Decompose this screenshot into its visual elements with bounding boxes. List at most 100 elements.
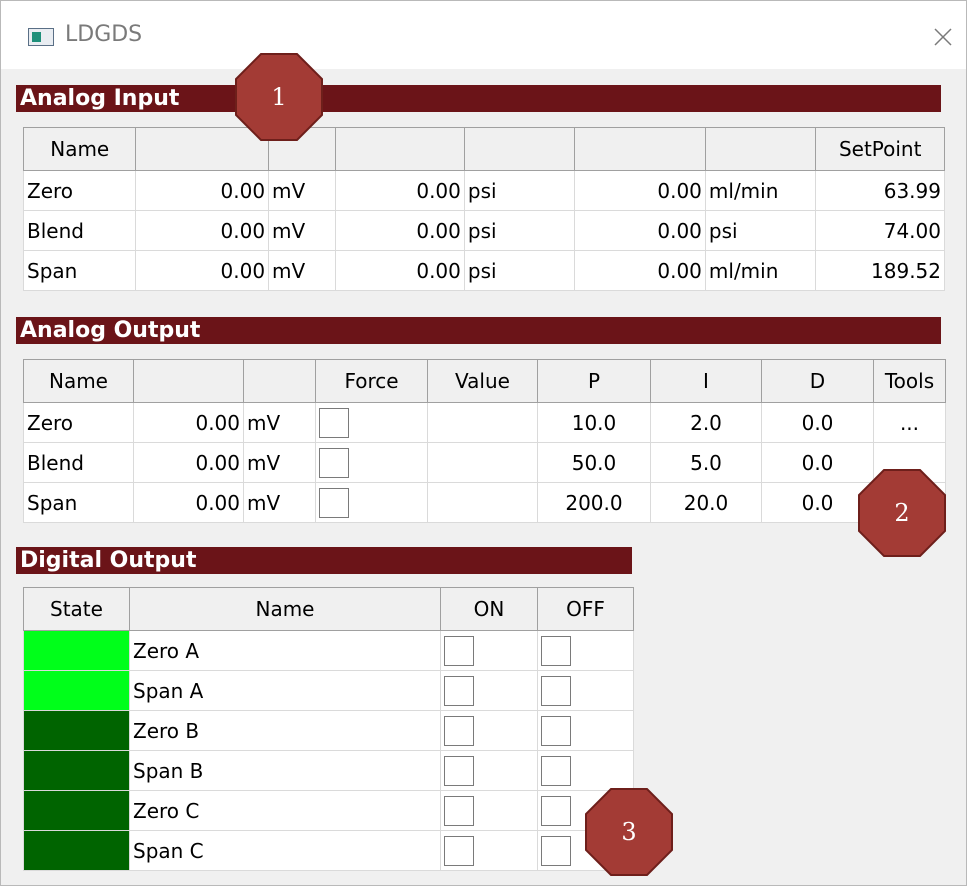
state-indicator xyxy=(23,630,130,671)
table-row[interactable]: Span C xyxy=(23,830,634,871)
column-header[interactable]: Value xyxy=(427,359,538,403)
setpoint-value[interactable]: 74.00 xyxy=(815,210,945,251)
digital-output-table: State Name ON OFF Zero A Span A Zero B S… xyxy=(23,587,634,871)
reading-value: 0.00 xyxy=(135,210,270,251)
reading-value: 0.00 xyxy=(335,210,465,251)
off-checkbox[interactable] xyxy=(541,635,571,666)
force-checkbox[interactable] xyxy=(319,447,349,478)
table-row[interactable]: Blend 0.00 mV 50.0 5.0 0.0 xyxy=(23,442,946,483)
output-unit: mV xyxy=(243,442,316,483)
column-header[interactable] xyxy=(133,359,244,403)
reading-value: 0.00 xyxy=(135,170,270,211)
on-cell xyxy=(440,710,538,751)
force-value-field[interactable] xyxy=(427,442,538,483)
column-header[interactable]: P xyxy=(537,359,651,403)
callout-number: 1 xyxy=(271,83,287,111)
off-checkbox[interactable] xyxy=(541,675,571,706)
column-header[interactable] xyxy=(243,359,316,403)
reading-unit: ml/min xyxy=(704,250,817,291)
d-gain-value[interactable]: 0.0 xyxy=(761,402,874,443)
off-cell xyxy=(537,750,634,791)
on-checkbox[interactable] xyxy=(444,755,474,786)
analog-output-header: Analog Output xyxy=(16,317,941,344)
app-window: LDGDS Analog Input Name SetPoint Zero 0.… xyxy=(0,0,967,886)
force-value-field[interactable] xyxy=(427,482,538,523)
reading-unit: mV xyxy=(268,170,337,211)
force-value-field[interactable] xyxy=(427,402,538,443)
table-row[interactable]: Zero C xyxy=(23,790,634,831)
column-header[interactable]: Name xyxy=(23,359,134,403)
reading-value: 0.00 xyxy=(135,250,270,291)
on-checkbox[interactable] xyxy=(444,635,474,666)
i-gain-value[interactable]: 5.0 xyxy=(650,442,762,483)
reading-unit: psi xyxy=(463,170,576,211)
off-checkbox[interactable] xyxy=(541,755,571,786)
column-header[interactable]: Name xyxy=(22,127,137,171)
table-row[interactable]: Blend 0.00 mV 0.00 psi 0.00 psi 74.00 xyxy=(22,210,945,251)
table-row[interactable]: Span B xyxy=(23,750,634,791)
column-header[interactable]: Force xyxy=(315,359,428,403)
p-gain-value[interactable]: 200.0 xyxy=(537,482,651,523)
reading-value: 0.00 xyxy=(335,250,465,291)
tools-button[interactable]: ... xyxy=(873,402,946,443)
callout-marker-2: 2 xyxy=(857,468,947,558)
state-indicator xyxy=(23,750,130,791)
p-gain-value[interactable]: 50.0 xyxy=(537,442,651,483)
on-cell xyxy=(440,790,538,831)
p-gain-value[interactable]: 10.0 xyxy=(537,402,651,443)
reading-unit: psi xyxy=(463,250,576,291)
column-header[interactable]: OFF xyxy=(537,587,634,631)
column-header[interactable] xyxy=(463,127,576,171)
row-name: Span B xyxy=(129,750,441,791)
on-checkbox[interactable] xyxy=(444,835,474,866)
output-unit: mV xyxy=(243,482,316,523)
off-checkbox[interactable] xyxy=(541,715,571,746)
state-indicator xyxy=(23,670,130,711)
column-header[interactable] xyxy=(574,127,706,171)
off-checkbox[interactable] xyxy=(541,835,571,866)
output-value: 0.00 xyxy=(133,442,244,483)
column-header[interactable]: ON xyxy=(440,587,538,631)
force-checkbox[interactable] xyxy=(319,487,349,518)
column-header[interactable] xyxy=(335,127,465,171)
row-name: Span xyxy=(23,482,134,523)
i-gain-value[interactable]: 2.0 xyxy=(650,402,762,443)
table-row[interactable]: Zero 0.00 mV 0.00 psi 0.00 ml/min 63.99 xyxy=(22,170,945,211)
analog-input-header: Analog Input xyxy=(16,85,941,112)
table-row[interactable]: Zero A xyxy=(23,630,634,671)
column-header[interactable]: SetPoint xyxy=(815,127,945,171)
table-row[interactable]: Span A xyxy=(23,670,634,711)
close-icon[interactable] xyxy=(929,23,957,51)
table-row[interactable]: Span 0.00 mV 0.00 psi 0.00 ml/min 189.52 xyxy=(22,250,945,291)
reading-value: 0.00 xyxy=(574,210,706,251)
column-header[interactable]: I xyxy=(650,359,762,403)
row-name: Blend xyxy=(22,210,137,251)
i-gain-value[interactable]: 20.0 xyxy=(650,482,762,523)
force-checkbox[interactable] xyxy=(319,407,349,438)
output-unit: mV xyxy=(243,402,316,443)
reading-unit: psi xyxy=(463,210,576,251)
column-header[interactable]: D xyxy=(761,359,874,403)
title-bar[interactable]: LDGDS xyxy=(1,1,966,69)
table-row[interactable]: Span 0.00 mV 200.0 20.0 0.0 xyxy=(23,482,946,523)
on-checkbox[interactable] xyxy=(444,715,474,746)
column-header[interactable]: Name xyxy=(129,587,441,631)
reading-unit: mV xyxy=(268,250,337,291)
column-header[interactable]: Tools xyxy=(873,359,946,403)
on-checkbox[interactable] xyxy=(444,675,474,706)
off-checkbox[interactable] xyxy=(541,795,571,826)
callout-marker-1: 1 xyxy=(234,52,324,142)
analog-input-table: Name SetPoint Zero 0.00 mV 0.00 psi 0.00… xyxy=(22,127,945,291)
setpoint-value[interactable]: 63.99 xyxy=(815,170,945,211)
table-row[interactable]: Zero 0.00 mV 10.0 2.0 0.0 ... xyxy=(23,402,946,443)
reading-unit: psi xyxy=(704,210,817,251)
on-checkbox[interactable] xyxy=(444,795,474,826)
reading-unit: mV xyxy=(268,210,337,251)
setpoint-value[interactable]: 189.52 xyxy=(815,250,945,291)
force-cell xyxy=(315,402,428,443)
column-header[interactable]: State xyxy=(23,587,130,631)
table-row[interactable]: Zero B xyxy=(23,710,634,751)
on-cell xyxy=(440,670,538,711)
reading-unit: ml/min xyxy=(704,170,817,211)
column-header[interactable] xyxy=(704,127,817,171)
